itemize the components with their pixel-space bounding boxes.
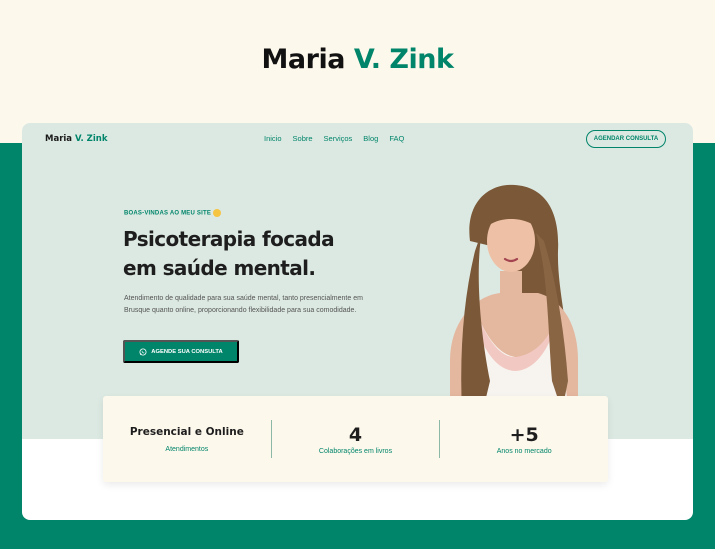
hero-headline: Psicoterapia focada em saúde mental. [123,225,383,283]
website-mockup: Maria V. Zink Inicio Sobre Serviços Blog… [22,123,693,520]
hero-headline-line2: em saúde mental. [123,256,316,280]
stat-value: Presencial e Online [129,425,244,438]
hero-eyebrow-text: BOAS-VINDAS AO MEU SITE [124,210,212,217]
schedule-appointment-button[interactable]: AGENDAR CONSULTA [586,130,666,148]
showcase-title-name: Maria [261,44,346,75]
hero-description: Atendimento de qualidade para sua saúde … [124,295,363,314]
showcase-title-accent: V. Zink [353,44,454,75]
nav-link-blog[interactable]: Blog [363,134,378,143]
showcase-title: Maria V. Zink [0,44,715,75]
stat-label: Anos no mercado [496,447,552,455]
stat-item: Presencial e Online Atendimentos [103,426,271,453]
stat-value: +5 [509,423,539,446]
nav-link-inicio[interactable]: Inicio [264,134,282,143]
book-consultation-button[interactable]: AGENDE SUA CONSULTA [123,340,239,363]
hero-eyebrow: BOAS-VINDAS AO MEU SITE [124,209,222,217]
book-consultation-label: AGENDE SUA CONSULTA [151,348,223,355]
stats-card: Presencial e Online Atendimentos 4 Colab… [103,396,608,482]
stat-label: Colaborações em livros [318,447,393,455]
stat-value: 4 [348,423,363,446]
waving-hand-icon [213,209,222,217]
nav-link-faq[interactable]: FAQ [389,134,404,143]
nav-link-sobre[interactable]: Sobre [293,134,313,143]
nav-logo-accent: V. Zink [75,134,108,144]
stat-item: 4 Colaborações em livros [272,424,440,455]
stat-item: +5 Anos no mercado [440,424,608,455]
nav-link-servicos[interactable]: Serviços [324,134,353,143]
nav-logo-name: Maria [45,134,73,144]
whatsapp-icon [139,348,147,355]
stat-label: Atendimentos [165,445,209,453]
hero-headline-line1: Psicoterapia focada [123,227,335,251]
nav-logo[interactable]: Maria V. Zink [45,134,107,144]
main-nav: Inicio Sobre Serviços Blog FAQ [264,134,404,143]
